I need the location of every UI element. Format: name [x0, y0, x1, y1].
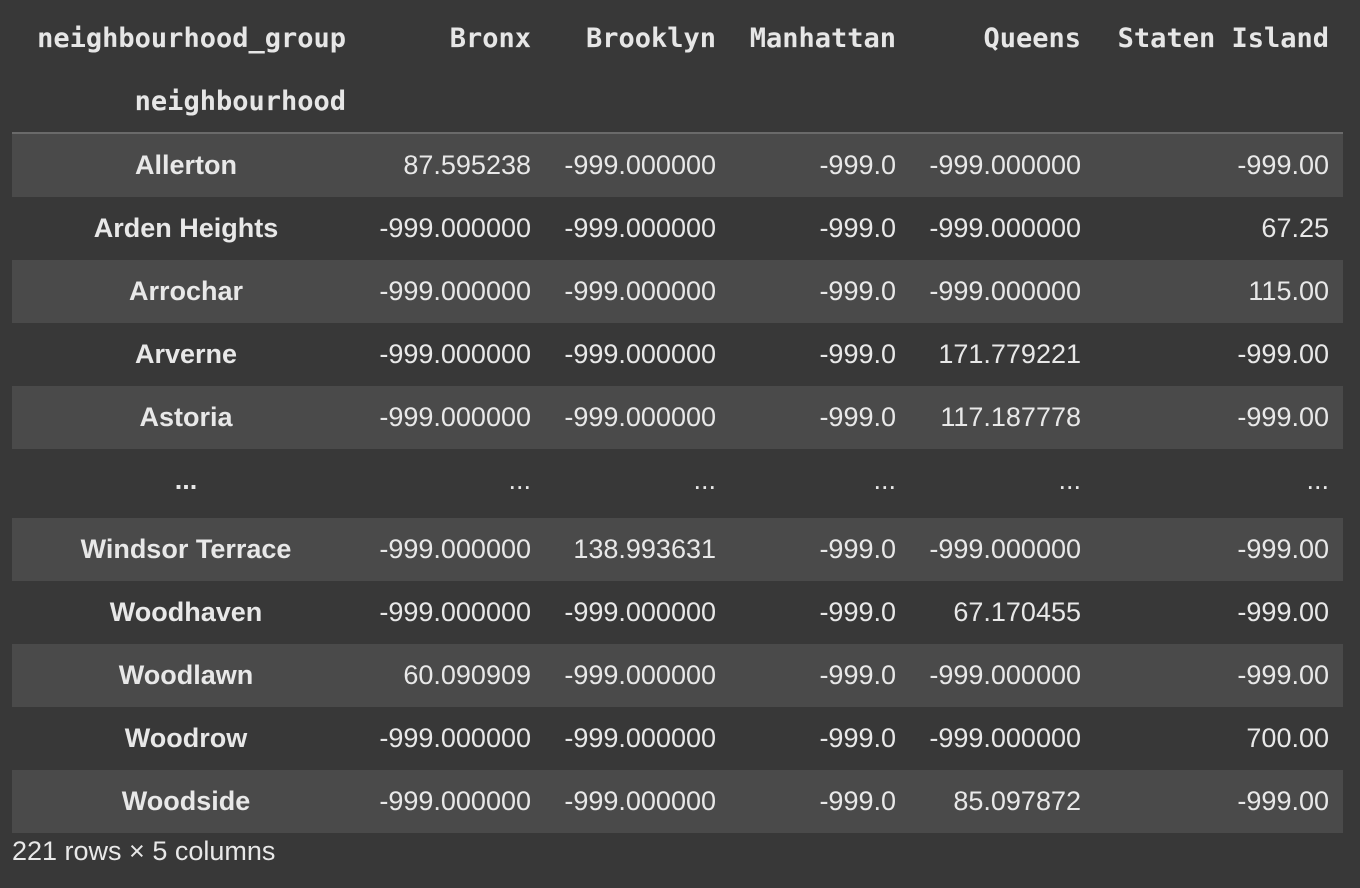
table-cell: -999.000000: [379, 597, 531, 627]
table-row: Astoria -999.000000 -999.000000 -999.0 1…: [12, 386, 1343, 449]
table-cell: -999.0: [819, 150, 896, 180]
row-label: Woodhaven: [109, 597, 263, 627]
table-cell: -999.0: [819, 660, 896, 690]
dataframe-table: neighbourhood_group Bronx Brooklyn Manha…: [12, 6, 1343, 833]
table-cell: -999.000000: [379, 534, 531, 564]
index-header-blank: [910, 70, 1095, 134]
table-cell: 138.993631: [573, 534, 716, 564]
row-label: Allerton: [134, 150, 237, 180]
table-cell: -999.000000: [379, 402, 531, 432]
table-row: Woodside -999.000000 -999.000000 -999.0 …: [12, 770, 1343, 833]
row-label: Windsor Terrace: [80, 534, 292, 564]
table-cell: -999.0: [819, 213, 896, 243]
index-header-blank: [360, 70, 545, 134]
table-cell: 115.00: [1248, 276, 1329, 306]
table-cell: 171.779221: [938, 339, 1081, 369]
row-label: Woodrow: [124, 723, 248, 753]
table-cell: -999.000000: [929, 150, 1081, 180]
table-cell: ...: [873, 465, 896, 495]
column-header-staten-island: Staten Island: [1117, 22, 1329, 54]
table-cell: -999.00: [1237, 402, 1329, 432]
table-cell: -999.000000: [564, 276, 716, 306]
index-header-blank: [730, 70, 910, 134]
table-cell: 700.00: [1246, 723, 1329, 753]
table-row: Arden Heights -999.000000 -999.000000 -9…: [12, 197, 1343, 260]
table-body: Allerton 87.595238 -999.000000 -999.0 -9…: [12, 133, 1343, 833]
row-label: ...: [174, 465, 198, 495]
table-cell: 87.595238: [403, 150, 531, 180]
columns-name-label: neighbourhood_group: [37, 22, 346, 54]
row-label: Arrochar: [128, 276, 244, 306]
table-row: Windsor Terrace -999.000000 138.993631 -…: [12, 518, 1343, 581]
index-header-blank: [1095, 70, 1343, 134]
table-cell: -999.000000: [564, 723, 716, 753]
table-cell: -999.000000: [564, 150, 716, 180]
table-cell: -999.00: [1237, 597, 1329, 627]
table-cell: -999.0: [819, 597, 896, 627]
table-cell: -999.0: [819, 339, 896, 369]
table-cell: -999.000000: [379, 213, 531, 243]
row-label: Arden Heights: [93, 213, 279, 243]
row-label: Astoria: [139, 402, 233, 432]
index-header-blank: [545, 70, 730, 134]
row-label: Arverne: [134, 339, 238, 369]
column-header-bronx: Bronx: [449, 22, 531, 54]
table-cell: -999.000000: [929, 723, 1081, 753]
ellipsis-row: ... ... ... ... ... ...: [12, 449, 1343, 518]
table-cell: -999.0: [819, 786, 896, 816]
table-cell: -999.00: [1237, 534, 1329, 564]
table-cell: 117.187778: [940, 402, 1081, 432]
dataframe-output: neighbourhood_group Bronx Brooklyn Manha…: [0, 0, 1360, 888]
table-cell: -999.000000: [564, 213, 716, 243]
table-row: Arrochar -999.000000 -999.000000 -999.0 …: [12, 260, 1343, 323]
table-cell: -999.000000: [379, 786, 531, 816]
table-cell: -999.000000: [564, 660, 716, 690]
column-header-queens: Queens: [983, 22, 1081, 54]
table-cell: -999.000000: [379, 723, 531, 753]
table-row: Woodrow -999.000000 -999.000000 -999.0 -…: [12, 707, 1343, 770]
table-shape-footer: 221 rows × 5 columns: [12, 836, 276, 866]
table-row: Woodlawn 60.090909 -999.000000 -999.0 -9…: [12, 644, 1343, 707]
table-cell: -999.00: [1237, 150, 1329, 180]
table-cell: ...: [1306, 465, 1329, 495]
column-header-row: neighbourhood_group Bronx Brooklyn Manha…: [12, 6, 1343, 70]
column-header-manhattan: Manhattan: [749, 22, 896, 54]
table-cell: 67.25: [1261, 213, 1329, 243]
table-cell: -999.000000: [929, 534, 1081, 564]
row-label: Woodside: [121, 786, 251, 816]
table-cell: -999.0: [819, 534, 896, 564]
table-row: Woodhaven -999.000000 -999.000000 -999.0…: [12, 581, 1343, 644]
table-cell: -999.000000: [929, 276, 1081, 306]
row-label: Woodlawn: [118, 660, 254, 690]
index-header-row: neighbourhood: [12, 70, 1343, 134]
table-cell: -999.0: [819, 276, 896, 306]
table-cell: 85.097872: [953, 786, 1081, 816]
table-cell: 67.170455: [953, 597, 1081, 627]
table-cell: ...: [508, 465, 531, 495]
table-cell: ...: [1058, 465, 1081, 495]
table-row: Arverne -999.000000 -999.000000 -999.0 1…: [12, 323, 1343, 386]
table-cell: -999.00: [1237, 660, 1329, 690]
column-header-brooklyn: Brooklyn: [585, 22, 716, 54]
table-cell: -999.0: [819, 723, 896, 753]
index-name-label: neighbourhood: [12, 70, 360, 134]
table-cell: -999.0: [819, 402, 896, 432]
table-cell: -999.000000: [564, 339, 716, 369]
table-cell: -999.000000: [564, 786, 716, 816]
table-cell: -999.000000: [379, 339, 531, 369]
table-cell: -999.000000: [929, 213, 1081, 243]
table-cell: -999.000000: [929, 660, 1081, 690]
table-header: neighbourhood_group Bronx Brooklyn Manha…: [12, 6, 1343, 134]
table-cell: -999.000000: [564, 597, 716, 627]
table-cell: -999.00: [1237, 786, 1329, 816]
table-cell: 60.090909: [403, 660, 531, 690]
table-cell: -999.00: [1237, 339, 1329, 369]
table-cell: ...: [693, 465, 716, 495]
table-row: Allerton 87.595238 -999.000000 -999.0 -9…: [12, 133, 1343, 197]
table-cell: -999.000000: [564, 402, 716, 432]
table-cell: -999.000000: [379, 276, 531, 306]
